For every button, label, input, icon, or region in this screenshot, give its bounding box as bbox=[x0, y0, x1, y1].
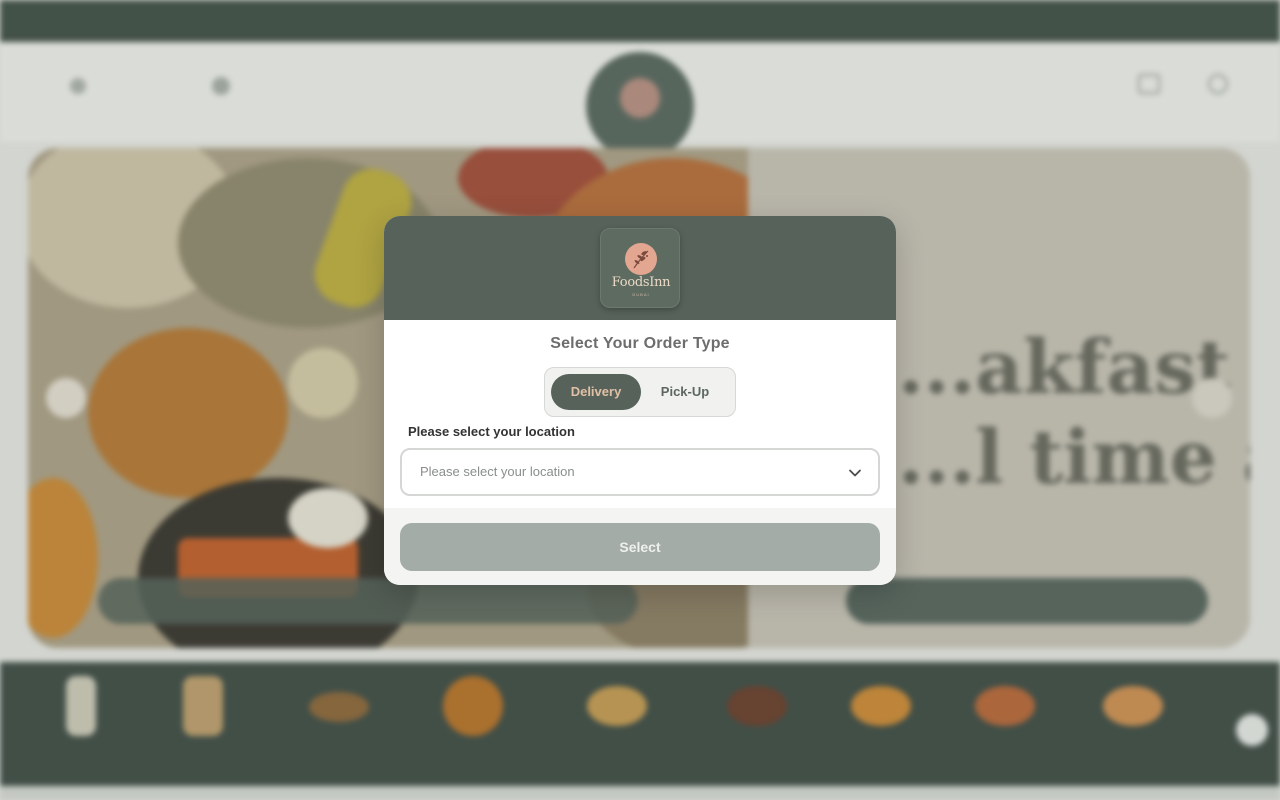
order-type-toggle: Delivery Pick-Up bbox=[544, 367, 736, 417]
order-type-modal: FoodsInn DUBAI Select Your Order Type De… bbox=[384, 216, 896, 585]
select-button[interactable]: Select bbox=[400, 523, 880, 571]
location-label: Please select your location bbox=[408, 424, 575, 439]
location-placeholder: Please select your location bbox=[420, 464, 575, 479]
modal-title: Select Your Order Type bbox=[550, 335, 730, 352]
brand-logo: FoodsInn DUBAI bbox=[600, 228, 680, 308]
logo-brand-text: FoodsInn bbox=[611, 275, 671, 290]
pickup-option[interactable]: Pick-Up bbox=[640, 374, 730, 410]
delivery-option[interactable]: Delivery bbox=[551, 374, 641, 410]
leaf-branch-icon bbox=[625, 243, 657, 275]
location-dropdown[interactable]: Please select your location bbox=[400, 448, 880, 496]
modal-header: FoodsInn DUBAI bbox=[384, 216, 896, 320]
chevron-down-icon bbox=[849, 469, 861, 477]
logo-tagline: DUBAI bbox=[632, 292, 650, 297]
